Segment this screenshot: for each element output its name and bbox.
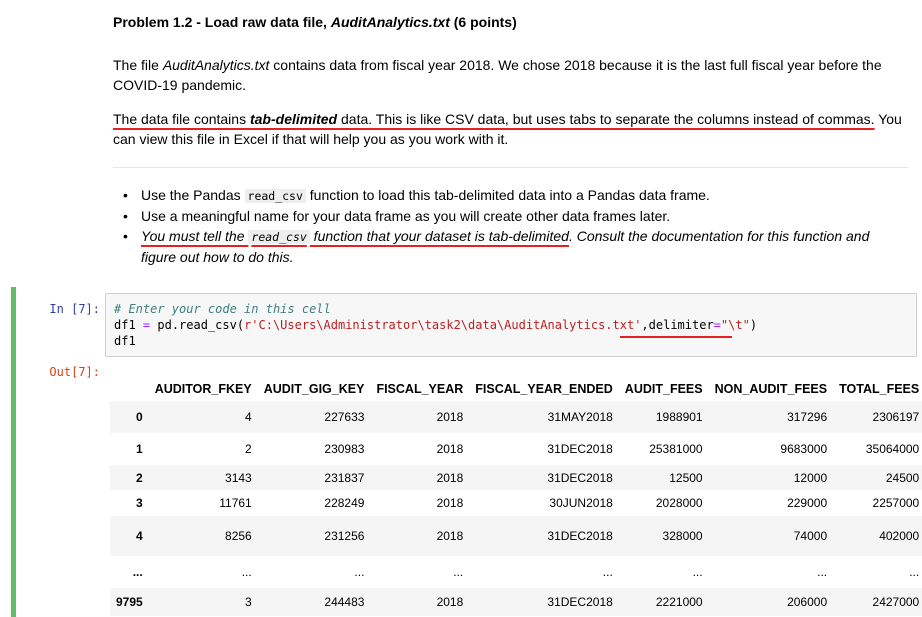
row-index: 0	[136, 410, 143, 424]
code-editor[interactable]: # Enter your code in this cell df1 = pd.…	[105, 293, 917, 357]
table-cell: 2018	[436, 410, 464, 424]
table-row: 0 4 227633 2018 31MAY2018 1988901 317296…	[110, 401, 922, 433]
column-header: AUDIT_GIG_KEY	[263, 382, 365, 396]
row-index: 3	[136, 496, 143, 510]
instruction-list: Use the Pandas read_csv function to load…	[118, 185, 898, 267]
table-cell: 2028000	[655, 496, 703, 510]
table-row: 3 11761 228249 2018 30JUN2018 2028000 22…	[110, 490, 922, 516]
table-cell: 2018	[436, 470, 464, 485]
table-cell: 31DEC2018	[547, 470, 613, 485]
table-cell: 2427000	[872, 595, 920, 609]
table-cell: 229000	[787, 496, 828, 510]
delimiter-arg: ,delimiter	[641, 318, 714, 332]
delimiter-paragraph: The data file contains tab-delimited dat…	[113, 111, 902, 147]
delimiter-underline	[620, 336, 732, 338]
row-index: 4	[136, 529, 143, 543]
code-text[interactable]: # Enter your code in this cell df1 = pd.…	[114, 301, 757, 349]
underlined-instruction: You must tell the read_csv function that…	[141, 228, 569, 244]
input-prompt: In [7]:	[49, 302, 100, 316]
table-cell: 2018	[436, 529, 464, 543]
table-cell: 74000	[793, 529, 828, 543]
column-header: AUDITOR_FKEY	[154, 382, 252, 396]
heading-filename: AuditAnalytics.txt	[330, 14, 450, 30]
table-cell: ...	[692, 565, 703, 579]
tab-delimited-emphasis: tab-delimited	[249, 111, 338, 127]
index-header	[110, 377, 149, 401]
table-cell: 230983	[324, 442, 365, 456]
underlined-sentence: The data file contains tab-delimited dat…	[113, 111, 875, 127]
column-header: AUDIT_FEES	[624, 382, 703, 396]
inline-code: read_csv	[244, 189, 306, 203]
table-cell: ...	[817, 565, 828, 579]
description-paragraph: The file AuditAnalytics.txt contains dat…	[113, 57, 882, 93]
header-row: AUDITOR_FKEY AUDIT_GIG_KEY FISCAL_YEAR F…	[110, 377, 922, 401]
table-cell: 30JUN2018	[549, 496, 613, 510]
table-cell: 231256	[324, 529, 365, 543]
row-index: 9795	[116, 595, 143, 609]
instruction-item: You must tell the read_csv function that…	[118, 226, 898, 267]
table-row: 1 2 230983 2018 31DEC2018 25381000 96830…	[110, 433, 922, 465]
path-string: r'C:\Users\Administrator\task2\data\Audi…	[244, 318, 642, 332]
table-row: 9795 3 244483 2018 31DEC2018 2221000 206…	[110, 588, 922, 616]
description-filename: AuditAnalytics.txt	[162, 57, 270, 73]
row-index: ...	[132, 565, 143, 579]
row-index: 2	[136, 470, 143, 485]
instruction-item: Use a meaningful name for your data fram…	[118, 206, 898, 226]
table-cell: 3143	[225, 470, 252, 485]
column-header: FISCAL_YEAR	[376, 382, 464, 396]
instruction-item: Use the Pandas read_csv function to load…	[118, 185, 898, 206]
divider	[113, 167, 908, 168]
table-cell: 9683000	[780, 442, 828, 456]
tab-string: "\t"	[720, 318, 750, 332]
table-cell: ...	[241, 565, 252, 579]
code-comment: # Enter your code in this cell	[114, 302, 331, 316]
table-cell: 2221000	[655, 595, 703, 609]
table-cell: 8256	[225, 529, 252, 543]
table-cell: 2018	[436, 595, 464, 609]
table-cell: 244483	[324, 595, 365, 609]
table-cell: 31DEC2018	[547, 595, 613, 609]
table-cell: 2018	[436, 442, 464, 456]
table-cell: 227633	[324, 410, 365, 424]
table-cell: 2018	[436, 496, 464, 510]
table-cell: 25381000	[649, 442, 703, 456]
table-cell: 35064000	[865, 442, 920, 456]
table-cell: 3	[245, 595, 252, 609]
output-prompt: Out[7]:	[49, 365, 100, 379]
table-cell: 11761	[219, 496, 252, 510]
table-cell: 12500	[669, 470, 703, 485]
table-cell: ...	[453, 565, 464, 579]
table-cell: 2257000	[872, 496, 920, 510]
table-cell: 12000	[793, 470, 828, 485]
table-cell: 24500	[885, 470, 920, 485]
table-cell: 328000	[662, 529, 703, 543]
column-header: TOTAL_FEES	[839, 382, 920, 396]
table-cell: 2306197	[872, 410, 920, 424]
table-cell: 1988901	[655, 410, 703, 424]
row-index: 1	[136, 442, 143, 456]
table-row: 2 3143 231837 2018 31DEC2018 12500 12000…	[110, 465, 922, 490]
table-row: 4 8256 231256 2018 31DEC2018 328000 7400…	[110, 516, 922, 556]
table-row: ... ... ... ... ... ... ... ...	[110, 556, 922, 588]
table-cell: 2	[245, 442, 252, 456]
inline-code: read_csv	[248, 230, 310, 244]
table-cell: 317296	[787, 410, 828, 424]
table-cell: 31DEC2018	[547, 442, 613, 456]
table-cell: ...	[602, 565, 613, 579]
column-header: NON_AUDIT_FEES	[714, 382, 828, 396]
table-cell: 31MAY2018	[547, 410, 613, 424]
table-cell: ...	[909, 565, 920, 579]
table-cell: 206000	[787, 595, 828, 609]
problem-heading: Problem 1.2 - Load raw data file, AuditA…	[113, 14, 517, 30]
dataframe-table: AUDITOR_FKEY AUDIT_GIG_KEY FISCAL_YEAR F…	[110, 377, 922, 616]
table-cell: 228249	[324, 496, 365, 510]
table-cell: 31DEC2018	[547, 529, 613, 543]
table-cell: 402000	[879, 529, 920, 543]
column-header: FISCAL_YEAR_ENDED	[475, 382, 613, 396]
table-cell: 4	[245, 410, 252, 424]
table-cell: ...	[354, 565, 365, 579]
table-cell: 231837	[324, 470, 365, 485]
